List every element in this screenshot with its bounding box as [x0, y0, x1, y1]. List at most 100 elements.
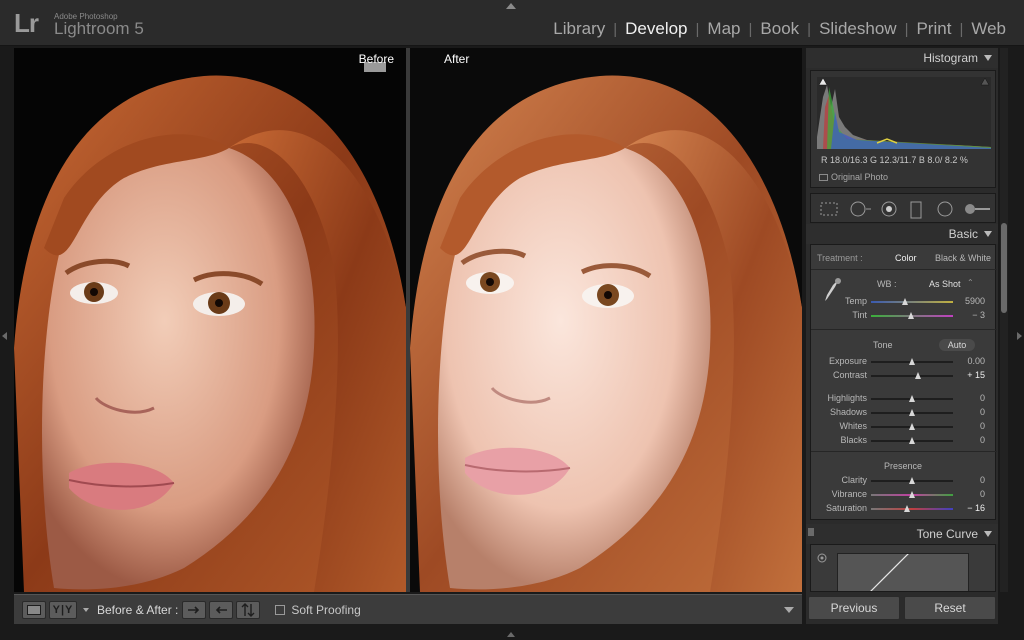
contrast-label: Contrast [832, 370, 867, 380]
vibrance-value[interactable]: 0 [955, 489, 985, 499]
tint-slider-track[interactable] [871, 312, 953, 319]
before-after-view-button[interactable]: Y|Y [49, 600, 77, 619]
toolbar-content-menu-icon[interactable] [784, 607, 794, 613]
copy-before-to-after-button[interactable] [182, 600, 207, 619]
tint-label: Tint [852, 310, 867, 320]
wb-label: WB : [877, 279, 897, 289]
tone-curve-graph[interactable] [837, 545, 969, 591]
chevron-updown-icon[interactable]: ⌃ [967, 278, 974, 287]
arrow-right-icon [188, 605, 200, 614]
scrollbar-thumb[interactable] [1001, 223, 1007, 313]
blacks-slider-track[interactable] [871, 437, 953, 444]
soft-proofing-checkbox[interactable] [275, 604, 286, 615]
clarity-label: Clarity [841, 475, 867, 485]
module-develop[interactable]: Develop [617, 19, 695, 39]
swap-icon [241, 602, 255, 617]
module-print[interactable]: Print [908, 19, 959, 39]
temp-slider-handle[interactable] [902, 298, 909, 305]
collapse-top-panel-icon[interactable] [506, 3, 516, 9]
tint-value[interactable]: − 3 [955, 310, 985, 320]
vibrance-slider-track[interactable] [871, 491, 953, 498]
contrast-slider-track[interactable] [871, 372, 953, 379]
shadows-slider-track[interactable] [871, 409, 953, 416]
red-eye-correction-icon[interactable] [879, 201, 899, 217]
arrow-left-icon [216, 605, 228, 614]
highlights-value[interactable]: 0 [955, 393, 985, 403]
exposure-slider-handle[interactable] [909, 358, 915, 365]
contrast-slider-handle[interactable] [914, 372, 921, 379]
shadows-value[interactable]: 0 [955, 407, 985, 417]
graduated-filter-icon[interactable] [909, 201, 923, 219]
temp-slider-track[interactable] [871, 298, 953, 305]
targeted-adjustment-icon[interactable] [817, 553, 827, 563]
treatment-color-option[interactable]: Color [895, 253, 917, 263]
module-book[interactable]: Book [752, 19, 807, 39]
copy-after-to-before-button[interactable] [209, 600, 234, 619]
blacks-value[interactable]: 0 [955, 435, 985, 445]
previous-button[interactable]: Previous [808, 596, 900, 620]
original-photo-checkbox[interactable] [819, 174, 828, 181]
after-photo[interactable]: After [410, 48, 802, 592]
contrast-value[interactable]: + 15 [955, 370, 985, 380]
before-after-label: Before & After : [97, 602, 179, 617]
module-map[interactable]: Map [699, 19, 748, 39]
tone-curve-panel [810, 544, 996, 592]
treatment-label: Treatment : [817, 253, 863, 263]
tone-curve-line [870, 545, 918, 591]
expand-left-panel-icon[interactable] [2, 332, 7, 340]
collapse-right-panel-icon[interactable] [1017, 332, 1022, 340]
clarity-slider-handle[interactable] [909, 477, 915, 484]
tone-curve-switch[interactable] [808, 528, 814, 536]
before-after-view[interactable]: Before After [14, 48, 802, 592]
exposure-value[interactable]: 0.00 [955, 356, 985, 366]
panel-action-buttons: Previous Reset [806, 596, 998, 622]
module-web[interactable]: Web [963, 19, 1014, 39]
original-photo-label: Original Photo [831, 172, 889, 182]
highlights-slider-track[interactable] [871, 395, 953, 402]
clarity-slider-track[interactable] [871, 477, 953, 484]
shadows-slider-handle[interactable] [909, 409, 915, 416]
right-panel-scrollbar[interactable] [1000, 48, 1008, 592]
histogram-graph [817, 77, 991, 149]
highlights-slider-handle[interactable] [909, 395, 915, 402]
whites-slider-handle[interactable] [909, 423, 915, 430]
loupe-view-button[interactable] [22, 600, 46, 619]
wb-dropdown[interactable]: As Shot [929, 279, 961, 289]
module-library[interactable]: Library [545, 19, 613, 39]
before-photo[interactable]: Before [14, 48, 406, 592]
reset-button[interactable]: Reset [904, 596, 996, 620]
soft-proofing-label: Soft Proofing [291, 602, 361, 617]
module-picker: Library | Develop | Map | Book | Slidesh… [545, 19, 1014, 39]
temp-value[interactable]: 5900 [955, 296, 985, 306]
radial-filter-icon[interactable] [935, 201, 955, 217]
saturation-value[interactable]: − 16 [955, 503, 985, 513]
module-slideshow[interactable]: Slideshow [811, 19, 905, 39]
histogram-header[interactable]: Histogram [806, 48, 998, 68]
histogram[interactable]: R 18.0/16.3 G 12.3/11.7 B 8.0/ 8.2 % Ori… [810, 70, 996, 188]
swap-before-after-button[interactable] [236, 600, 261, 619]
saturation-slider-track[interactable] [871, 505, 953, 512]
adjustment-brush-icon[interactable] [963, 201, 991, 217]
before-label: Before [358, 52, 394, 66]
blacks-slider-handle[interactable] [909, 437, 915, 444]
spot-removal-icon[interactable] [849, 201, 873, 217]
section-divider [811, 451, 997, 452]
vibrance-slider-handle[interactable] [909, 491, 915, 498]
clarity-value[interactable]: 0 [955, 475, 985, 485]
auto-tone-button[interactable]: Auto [939, 339, 975, 351]
whites-value[interactable]: 0 [955, 421, 985, 431]
exposure-slider-track[interactable] [871, 358, 953, 365]
whites-slider-track[interactable] [871, 423, 953, 430]
saturation-slider-handle[interactable] [904, 505, 911, 512]
view-mode-dropdown-icon[interactable] [83, 607, 89, 612]
tone-curve-header[interactable]: Tone Curve [806, 524, 998, 544]
tint-slider-handle[interactable] [908, 312, 915, 319]
section-divider [811, 269, 997, 270]
crop-overlay-icon[interactable] [819, 201, 839, 217]
expand-filmstrip-icon[interactable] [507, 632, 515, 637]
presence-label: Presence [883, 461, 923, 471]
saturation-label: Saturation [825, 503, 867, 513]
shadows-label: Shadows [829, 407, 867, 417]
treatment-bw-option[interactable]: Black & White [935, 253, 991, 263]
basic-header[interactable]: Basic [806, 224, 998, 244]
